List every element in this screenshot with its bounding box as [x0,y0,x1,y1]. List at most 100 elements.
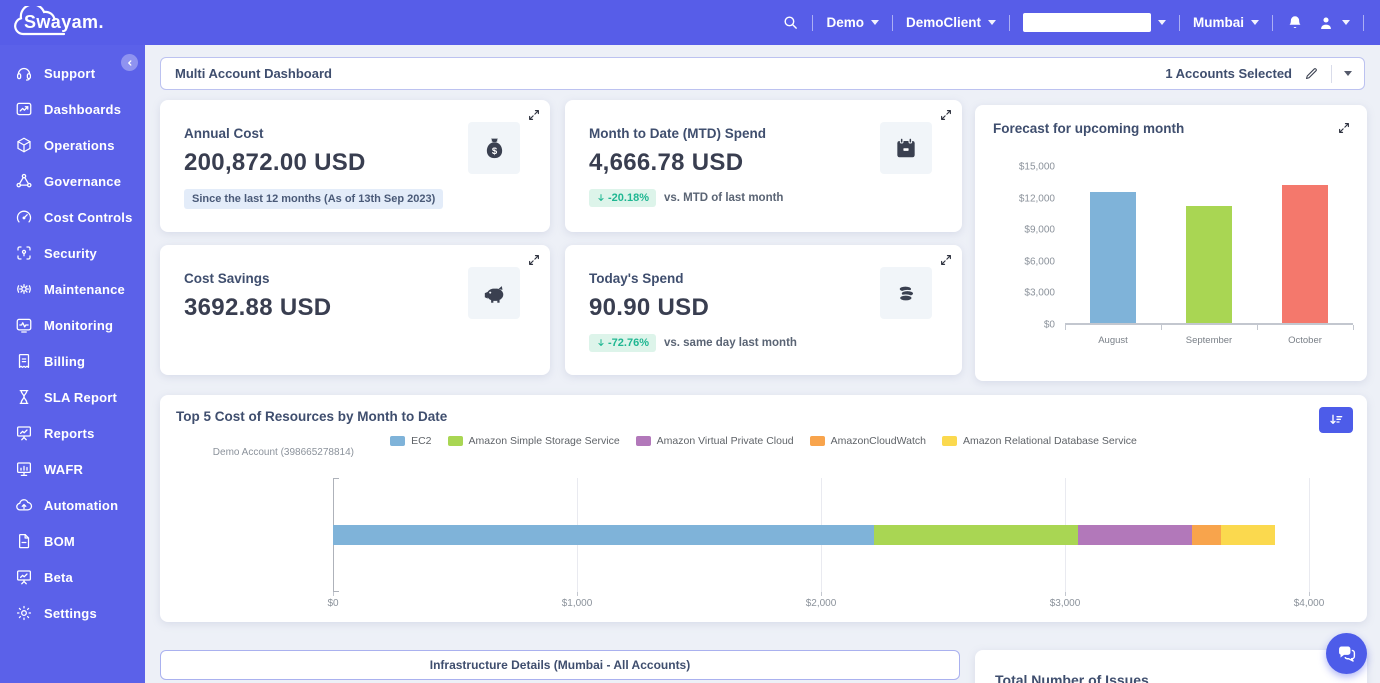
sidebar-item-security[interactable]: Security [0,235,145,271]
money-bag-icon: $ [468,122,520,174]
sidebar-item-label: Maintenance [44,282,125,297]
sidebar-item-label: Settings [44,606,97,621]
app-logo[interactable]: Swayam. [0,0,220,45]
topbar: Swayam. Demo DemoClient Mumbai [0,0,1380,45]
x-tick-label: $4,000 [1294,598,1325,609]
scan-pin-icon [15,244,33,262]
sidebar-item-wafr[interactable]: WAFR [0,451,145,487]
chevron-down-icon [1158,20,1166,25]
sidebar-item-label: Automation [44,498,118,513]
delta-badge: -20.18% [589,189,656,207]
expand-icon[interactable] [527,253,541,272]
sidebar-item-bom[interactable]: BOM [0,523,145,559]
x-tick-label: August [1065,335,1161,346]
network-icon [15,172,33,190]
sidebar-item-sla-report[interactable]: SLA Report [0,379,145,415]
legend-swatch [390,436,405,446]
forecast-plot-area: AugustSeptemberOctober [1065,167,1353,325]
sidebar-item-label: Operations [44,138,115,153]
forecast-title: Forecast for upcoming month [993,121,1349,136]
legend-item-amazoncloudwatch[interactable]: AmazonCloudWatch [810,435,926,447]
pulse-window-icon [15,316,33,334]
legend-item-ec2[interactable]: EC2 [390,435,431,447]
legend-label: EC2 [411,435,431,447]
delta-note: vs. MTD of last month [664,192,783,204]
period-badge: Since the last 12 months (As of 13th Sep… [184,189,443,209]
forecast-panel: Forecast for upcoming month $15,000 $12,0… [975,105,1367,381]
y-tick-label: $0 [1044,320,1055,331]
axis-tick [333,592,334,596]
chat-bubbles-icon [1336,643,1357,664]
edit-accounts-button[interactable] [1302,64,1321,83]
sidebar-item-billing[interactable]: Billing [0,343,145,379]
axis-tick [577,592,578,596]
separator [812,15,813,31]
expand-icon[interactable] [939,108,953,127]
accounts-selected-label: 1 Accounts Selected [1165,66,1292,81]
mtd-spend-card: Month to Date (MTD) Spend 4,666.78 USD -… [565,100,962,232]
accounts-dropdown-button[interactable] [1342,69,1354,78]
sidebar-nav: Support Dashboards Operations Governance Cos… [0,45,145,631]
y-tick-label: $15,000 [1019,162,1055,173]
piggy-bank-icon [468,267,520,319]
legend-item-amazon-relational-database-service[interactable]: Amazon Relational Database Service [942,435,1137,447]
sidebar-item-label: Dashboards [44,102,121,117]
expand-icon[interactable] [527,108,541,127]
sidebar-item-settings[interactable]: Settings [0,595,145,631]
bell-icon[interactable] [1286,14,1304,32]
sidebar-item-label: Security [44,246,97,261]
down-arrow-icon [596,193,606,203]
x-tick-label: $2,000 [806,598,837,609]
sidebar-item-label: Cost Controls [44,210,133,225]
sidebar-item-cost-controls[interactable]: Cost Controls [0,199,145,235]
chevron-down-icon [1251,20,1259,25]
sidebar-item-reports[interactable]: Reports [0,415,145,451]
sidebar-item-automation[interactable]: Automation [0,487,145,523]
forecast-bar-september [1186,206,1232,323]
sidebar-item-dashboards[interactable]: Dashboards [0,91,145,127]
separator [892,15,893,31]
account-dropdown[interactable] [1023,13,1166,32]
sidebar-collapse-button[interactable] [121,54,138,71]
bar-segment-ec2 [333,525,874,545]
region-dropdown[interactable]: Mumbai [1193,15,1259,30]
user-menu[interactable] [1317,14,1350,32]
dashboard-header-bar: Multi Account Dashboard 1 Accounts Selec… [160,57,1365,90]
monitor-bars-icon [15,460,33,478]
separator [1009,15,1010,31]
sidebar-item-maintenance[interactable]: Maintenance [0,271,145,307]
hourglass-icon [15,388,33,406]
sidebar-item-label: WAFR [44,462,83,477]
sidebar-item-operations[interactable]: Operations [0,127,145,163]
chat-button[interactable] [1326,633,1367,674]
pencil-icon [1304,66,1319,81]
user-icon [1317,14,1335,32]
axis-tick [1065,592,1066,596]
expand-icon[interactable] [1337,121,1351,140]
logo-text: Swayam. [16,12,104,33]
sidebar-item-monitoring[interactable]: Monitoring [0,307,145,343]
y-tick-label: $12,000 [1019,193,1055,204]
sidebar-item-label: Reports [44,426,95,441]
sidebar-item-label: Governance [44,174,121,189]
sidebar-item-label: Support [44,66,95,81]
axis-tick [1161,325,1162,330]
delta-note: vs. same day last month [664,337,797,349]
context-dropdown[interactable]: Demo [826,15,879,30]
legend-item-amazon-simple-storage-service[interactable]: Amazon Simple Storage Service [448,435,620,447]
sidebar-item-beta[interactable]: Beta [0,559,145,595]
expand-icon[interactable] [939,253,953,272]
sort-button[interactable] [1319,407,1353,433]
client-dropdown[interactable]: DemoClient [906,15,996,30]
x-tick-label: $0 [327,598,338,609]
account-dropdown-value[interactable] [1023,13,1151,32]
chevron-left-icon [125,58,135,68]
gear-icon [15,604,33,622]
sidebar-item-governance[interactable]: Governance [0,163,145,199]
legend-label: Amazon Simple Storage Service [469,435,620,447]
legend-item-amazon-virtual-private-cloud[interactable]: Amazon Virtual Private Cloud [636,435,794,447]
infrastructure-details-header[interactable]: Infrastructure Details (Mumbai - All Acc… [160,650,960,680]
search-icon[interactable] [782,14,799,31]
separator [1272,15,1273,31]
forecast-bar-august [1090,192,1136,323]
